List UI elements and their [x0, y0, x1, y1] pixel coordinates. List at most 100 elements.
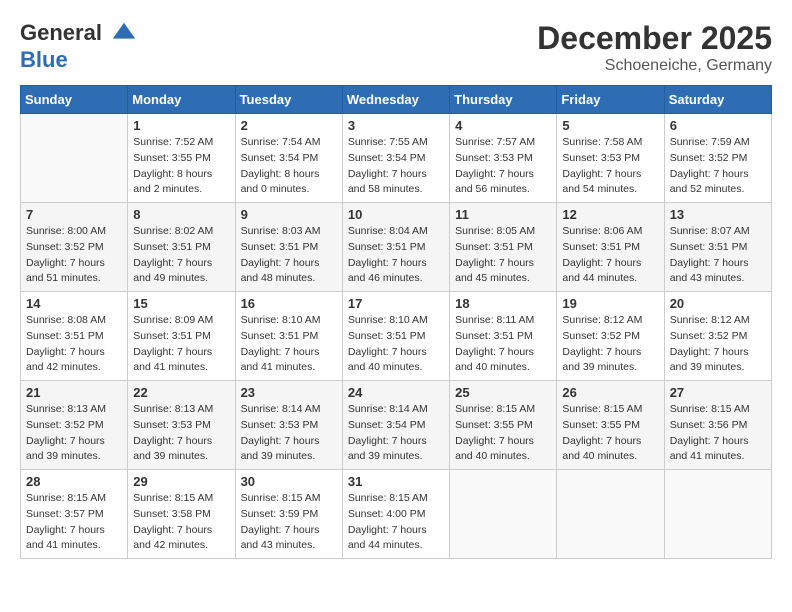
calendar-cell: 29 Sunrise: 8:15 AM Sunset: 3:58 PM Dayli…	[128, 470, 235, 559]
calendar-cell: 22 Sunrise: 8:13 AM Sunset: 3:53 PM Dayli…	[128, 381, 235, 470]
calendar-cell: 11Sunrise: 8:05 AM Sunset: 3:51 PM Dayli…	[450, 203, 557, 292]
day-info: Sunrise: 8:04 AM Sunset: 3:51 PM Dayligh…	[348, 224, 444, 287]
calendar-week-row: 1Sunrise: 7:52 AM Sunset: 3:55 PM Daylig…	[21, 114, 772, 203]
calendar-cell	[557, 470, 664, 559]
calendar-cell: 27Sunrise: 8:15 AM Sunset: 3:56 PM Dayli…	[664, 381, 771, 470]
day-number: 17	[348, 296, 444, 311]
day-number: 14	[26, 296, 122, 311]
day-info: Sunrise: 8:13 AM Sunset: 3:53 PM Dayligh…	[133, 402, 229, 465]
day-info: Sunrise: 8:02 AM Sunset: 3:51 PM Dayligh…	[133, 224, 229, 287]
title-block: December 2025 Schoeneiche, Germany	[537, 20, 772, 75]
day-info: Sunrise: 8:15 AM Sunset: 3:56 PM Dayligh…	[670, 402, 766, 465]
calendar-cell: 10Sunrise: 8:04 AM Sunset: 3:51 PM Dayli…	[342, 203, 449, 292]
day-number: 21	[26, 385, 122, 400]
calendar-header-row: Sunday Monday Tuesday Wednesday Thursday…	[21, 86, 772, 114]
calendar-cell: 15Sunrise: 8:09 AM Sunset: 3:51 PM Dayli…	[128, 292, 235, 381]
calendar-cell: 5 Sunrise: 7:58 AM Sunset: 3:53 PM Daylig…	[557, 114, 664, 203]
day-info: Sunrise: 7:55 AM Sunset: 3:54 PM Dayligh…	[348, 135, 444, 198]
day-info: Sunrise: 8:10 AM Sunset: 3:51 PM Dayligh…	[241, 313, 337, 376]
day-number: 22	[133, 385, 229, 400]
calendar-cell: 21 Sunrise: 8:13 AM Sunset: 3:52 PM Dayli…	[21, 381, 128, 470]
day-number: 26	[562, 385, 658, 400]
day-info: Sunrise: 7:54 AM Sunset: 3:54 PM Dayligh…	[241, 135, 337, 198]
day-info: Sunrise: 8:15 AM Sunset: 3:55 PM Dayligh…	[455, 402, 551, 465]
day-number: 12	[562, 207, 658, 222]
calendar-cell: 25 Sunrise: 8:15 AM Sunset: 3:55 PM Dayli…	[450, 381, 557, 470]
day-number: 3	[348, 118, 444, 133]
day-info: Sunrise: 8:07 AM Sunset: 3:51 PM Dayligh…	[670, 224, 766, 287]
day-number: 4	[455, 118, 551, 133]
day-info: Sunrise: 8:00 AM Sunset: 3:52 PM Dayligh…	[26, 224, 122, 287]
day-number: 8	[133, 207, 229, 222]
calendar-cell: 13 Sunrise: 8:07 AM Sunset: 3:51 PM Dayli…	[664, 203, 771, 292]
calendar-cell: 28Sunrise: 8:15 AM Sunset: 3:57 PM Dayli…	[21, 470, 128, 559]
day-number: 30	[241, 474, 337, 489]
day-info: Sunrise: 8:13 AM Sunset: 3:52 PM Dayligh…	[26, 402, 122, 465]
day-info: Sunrise: 8:15 AM Sunset: 3:58 PM Dayligh…	[133, 491, 229, 554]
calendar-cell: 16Sunrise: 8:10 AM Sunset: 3:51 PM Dayli…	[235, 292, 342, 381]
month-title: December 2025	[537, 20, 772, 57]
calendar-cell: 12 Sunrise: 8:06 AM Sunset: 3:51 PM Dayli…	[557, 203, 664, 292]
day-info: Sunrise: 8:15 AM Sunset: 3:57 PM Dayligh…	[26, 491, 122, 554]
calendar-week-row: 14 Sunrise: 8:08 AM Sunset: 3:51 PM Dayli…	[21, 292, 772, 381]
calendar-cell	[21, 114, 128, 203]
day-info: Sunrise: 8:11 AM Sunset: 3:51 PM Dayligh…	[455, 313, 551, 376]
calendar-cell: 3 Sunrise: 7:55 AM Sunset: 3:54 PM Daylig…	[342, 114, 449, 203]
day-info: Sunrise: 8:06 AM Sunset: 3:51 PM Dayligh…	[562, 224, 658, 287]
day-number: 7	[26, 207, 122, 222]
logo-blue: Blue	[20, 47, 68, 72]
calendar-cell: 24 Sunrise: 8:14 AM Sunset: 3:54 PM Dayli…	[342, 381, 449, 470]
day-info: Sunrise: 7:59 AM Sunset: 3:52 PM Dayligh…	[670, 135, 766, 198]
day-number: 24	[348, 385, 444, 400]
col-wednesday: Wednesday	[342, 86, 449, 114]
calendar-cell: 19Sunrise: 8:12 AM Sunset: 3:52 PM Dayli…	[557, 292, 664, 381]
day-number: 13	[670, 207, 766, 222]
day-number: 2	[241, 118, 337, 133]
day-number: 1	[133, 118, 229, 133]
day-info: Sunrise: 7:58 AM Sunset: 3:53 PM Dayligh…	[562, 135, 658, 198]
day-info: Sunrise: 8:12 AM Sunset: 3:52 PM Dayligh…	[670, 313, 766, 376]
page-header: General Blue December 2025 Schoeneiche, …	[20, 20, 772, 75]
day-info: Sunrise: 8:15 AM Sunset: 3:59 PM Dayligh…	[241, 491, 337, 554]
col-tuesday: Tuesday	[235, 86, 342, 114]
day-info: Sunrise: 8:05 AM Sunset: 3:51 PM Dayligh…	[455, 224, 551, 287]
logo-general: General	[20, 20, 102, 45]
day-info: Sunrise: 8:03 AM Sunset: 3:51 PM Dayligh…	[241, 224, 337, 287]
day-info: Sunrise: 8:14 AM Sunset: 3:53 PM Dayligh…	[241, 402, 337, 465]
col-monday: Monday	[128, 86, 235, 114]
calendar-cell: 1Sunrise: 7:52 AM Sunset: 3:55 PM Daylig…	[128, 114, 235, 203]
day-number: 19	[562, 296, 658, 311]
day-info: Sunrise: 8:08 AM Sunset: 3:51 PM Dayligh…	[26, 313, 122, 376]
calendar-cell: 6 Sunrise: 7:59 AM Sunset: 3:52 PM Daylig…	[664, 114, 771, 203]
day-number: 9	[241, 207, 337, 222]
calendar-week-row: 28Sunrise: 8:15 AM Sunset: 3:57 PM Dayli…	[21, 470, 772, 559]
day-number: 29	[133, 474, 229, 489]
col-sunday: Sunday	[21, 86, 128, 114]
day-number: 25	[455, 385, 551, 400]
calendar-week-row: 21 Sunrise: 8:13 AM Sunset: 3:52 PM Dayli…	[21, 381, 772, 470]
day-number: 18	[455, 296, 551, 311]
col-friday: Friday	[557, 86, 664, 114]
day-info: Sunrise: 8:10 AM Sunset: 3:51 PM Dayligh…	[348, 313, 444, 376]
calendar-cell: 4 Sunrise: 7:57 AM Sunset: 3:53 PM Daylig…	[450, 114, 557, 203]
calendar-cell: 9 Sunrise: 8:03 AM Sunset: 3:51 PM Daylig…	[235, 203, 342, 292]
day-info: Sunrise: 8:15 AM Sunset: 4:00 PM Dayligh…	[348, 491, 444, 554]
calendar-cell: 23 Sunrise: 8:14 AM Sunset: 3:53 PM Dayli…	[235, 381, 342, 470]
calendar-cell	[450, 470, 557, 559]
calendar-week-row: 7 Sunrise: 8:00 AM Sunset: 3:52 PM Daylig…	[21, 203, 772, 292]
calendar-cell: 31Sunrise: 8:15 AM Sunset: 4:00 PM Dayli…	[342, 470, 449, 559]
col-saturday: Saturday	[664, 86, 771, 114]
calendar-table: Sunday Monday Tuesday Wednesday Thursday…	[20, 85, 772, 559]
day-number: 6	[670, 118, 766, 133]
day-number: 5	[562, 118, 658, 133]
calendar-cell: 2 Sunrise: 7:54 AM Sunset: 3:54 PM Daylig…	[235, 114, 342, 203]
calendar-cell: 30 Sunrise: 8:15 AM Sunset: 3:59 PM Dayli…	[235, 470, 342, 559]
day-info: Sunrise: 8:14 AM Sunset: 3:54 PM Dayligh…	[348, 402, 444, 465]
day-number: 20	[670, 296, 766, 311]
calendar-cell: 14 Sunrise: 8:08 AM Sunset: 3:51 PM Dayli…	[21, 292, 128, 381]
col-thursday: Thursday	[450, 86, 557, 114]
calendar-cell	[664, 470, 771, 559]
calendar-cell: 20 Sunrise: 8:12 AM Sunset: 3:52 PM Dayli…	[664, 292, 771, 381]
day-number: 23	[241, 385, 337, 400]
day-info: Sunrise: 7:57 AM Sunset: 3:53 PM Dayligh…	[455, 135, 551, 198]
